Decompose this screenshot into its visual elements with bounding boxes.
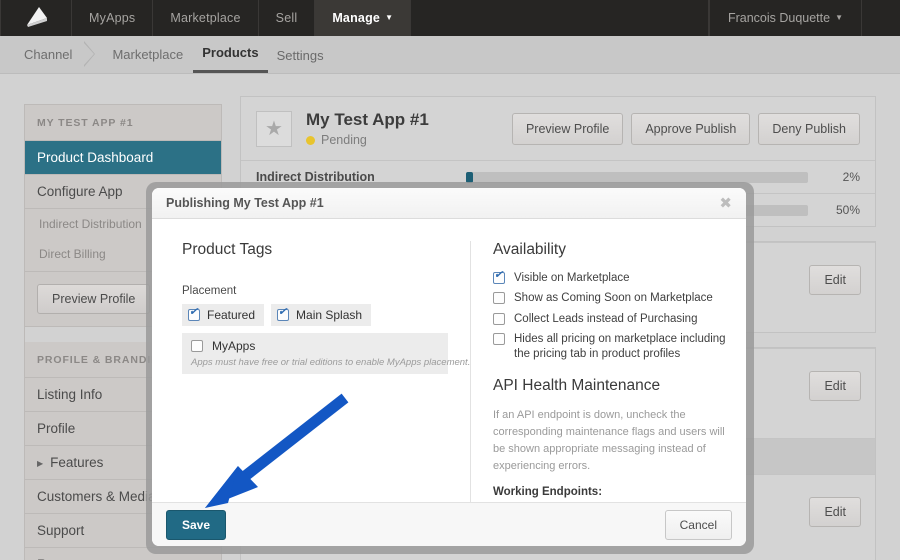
checkbox-label: Visible on Marketplace [514, 272, 630, 284]
nav-item-myapps[interactable]: MyApps [72, 0, 154, 36]
availability-column: Availability Visible on Marketplace Show… [470, 241, 746, 502]
approve-publish-button[interactable]: Approve Publish [631, 112, 751, 145]
nav-label: Manage [332, 11, 381, 25]
checkbox-icon [188, 307, 200, 321]
user-menu[interactable]: Francois Duquette ▼ [708, 0, 862, 36]
modal-title: Publishing My Test App #1 [166, 196, 324, 210]
publishing-modal: Publishing My Test App #1 ✖ Product Tags… [152, 188, 746, 546]
breadcrumb-marketplace[interactable]: Marketplace [112, 47, 183, 73]
product-tags-column: Product Tags Placement Featured Main Spl… [152, 241, 470, 502]
page-title: My Test App #1 [306, 110, 429, 129]
tab-settings[interactable]: Settings [268, 48, 333, 73]
edit-button[interactable]: Edit [809, 371, 861, 401]
checkbox-myapps[interactable]: MyApps [191, 339, 439, 353]
breadcrumb-separator-icon [82, 35, 108, 73]
cancel-button[interactable]: Cancel [664, 509, 732, 540]
checkbox-featured[interactable]: Featured [182, 304, 265, 326]
api-health-heading: API Health Maintenance [493, 376, 661, 394]
checkbox-coming-soon[interactable]: Show as Coming Soon on Marketplace [493, 291, 728, 305]
sidebar-group-header-app: MY TEST APP #1 [25, 105, 221, 141]
checkbox-main-splash[interactable]: Main Splash [271, 304, 372, 326]
app-root: MyApps Marketplace Sell Manage ▼ Francoi… [0, 0, 900, 560]
progress-percent: 2% [842, 170, 860, 184]
checkbox-icon [493, 270, 505, 284]
status-badge: Pending [306, 133, 429, 147]
checkbox-hide-pricing[interactable]: Hides all pricing on marketplace includi… [493, 332, 728, 361]
checkbox-label: Show as Coming Soon on Marketplace [514, 292, 713, 305]
nav-label: Marketplace [170, 11, 241, 25]
checkbox-icon [191, 340, 203, 352]
status-dot-icon [306, 135, 315, 145]
checkbox-icon [493, 333, 505, 346]
save-button[interactable]: Save [166, 509, 227, 540]
nav-spacer [411, 0, 709, 36]
placement-label: Placement [182, 285, 237, 297]
breadcrumb-channel[interactable]: Channel [24, 47, 72, 73]
checkbox-icon [493, 312, 505, 325]
checkbox-label: Collect Leads instead of Purchasing [514, 312, 698, 325]
nav-item-marketplace[interactable]: Marketplace [153, 0, 259, 36]
app-summary-header: ★ My Test App #1 Pending Preview Profile… [241, 97, 875, 160]
preview-profile-button[interactable]: Preview Profile [37, 284, 151, 314]
api-health-note: If an API endpoint is down, uncheck the … [493, 408, 725, 473]
chevron-down-icon: ▼ [835, 12, 843, 22]
nav-label: MyApps [89, 11, 136, 25]
top-navigation-bar: MyApps Marketplace Sell Manage ▼ Francoi… [0, 0, 900, 36]
placement-chip-row: Featured Main Splash [182, 304, 448, 326]
checkbox-visible-on-marketplace[interactable]: Visible on Marketplace [493, 270, 728, 285]
checkbox-label: Featured [207, 308, 256, 322]
status-label: Pending [321, 133, 367, 147]
tab-products[interactable]: Products [193, 45, 268, 73]
availability-options: Visible on Marketplace Show as Coming So… [493, 270, 728, 361]
nav-item-manage[interactable]: Manage ▼ [315, 0, 412, 36]
checkbox-label: Hides all pricing on marketplace includi… [514, 333, 726, 360]
app-identity: My Test App #1 Pending [306, 110, 429, 147]
triangle-logo-icon [27, 7, 47, 27]
preview-profile-button[interactable]: Preview Profile [511, 112, 624, 145]
checkbox-icon [277, 307, 290, 321]
checkbox-icon [493, 292, 505, 305]
nav-item-sell[interactable]: Sell [259, 0, 316, 36]
working-endpoints-label: Working Endpoints: [493, 486, 603, 499]
deny-publish-button[interactable]: Deny Publish [758, 112, 860, 145]
star-icon[interactable]: ★ [256, 110, 292, 147]
brand-logo[interactable] [0, 0, 72, 36]
user-name-label: Francois Duquette [727, 11, 831, 25]
header-actions: Preview Profile Approve Publish Deny Pub… [511, 112, 860, 145]
progress-fill [466, 171, 473, 183]
progress-percent: 50% [835, 203, 860, 217]
checkbox-collect-leads[interactable]: Collect Leads instead of Purchasing [493, 312, 728, 326]
myapps-hint: Apps must have free or trial editions to… [191, 357, 471, 368]
breadcrumb: Channel Marketplace Products Settings [0, 36, 900, 74]
availability-heading: Availability [493, 241, 566, 258]
checkbox-myapps-group[interactable]: MyApps Apps must have free or trial edit… [182, 333, 471, 374]
sidebar-item-product-dashboard[interactable]: Product Dashboard [25, 141, 221, 175]
checkbox-label: Main Splash [296, 308, 363, 322]
modal-body: Product Tags Placement Featured Main Spl… [152, 219, 746, 502]
close-icon[interactable]: ✖ [719, 196, 732, 211]
product-tags-heading: Product Tags [182, 241, 273, 258]
modal-footer: Save Cancel [152, 502, 746, 546]
modal-header: Publishing My Test App #1 ✖ [152, 188, 746, 219]
edit-button[interactable]: Edit [809, 497, 861, 527]
nav-tail [862, 0, 900, 36]
progress-bar [466, 171, 808, 183]
chevron-down-icon: ▼ [385, 12, 394, 22]
nav-label: Sell [275, 11, 298, 25]
checkbox-label: MyApps [212, 339, 256, 353]
edit-button[interactable]: Edit [809, 265, 861, 295]
